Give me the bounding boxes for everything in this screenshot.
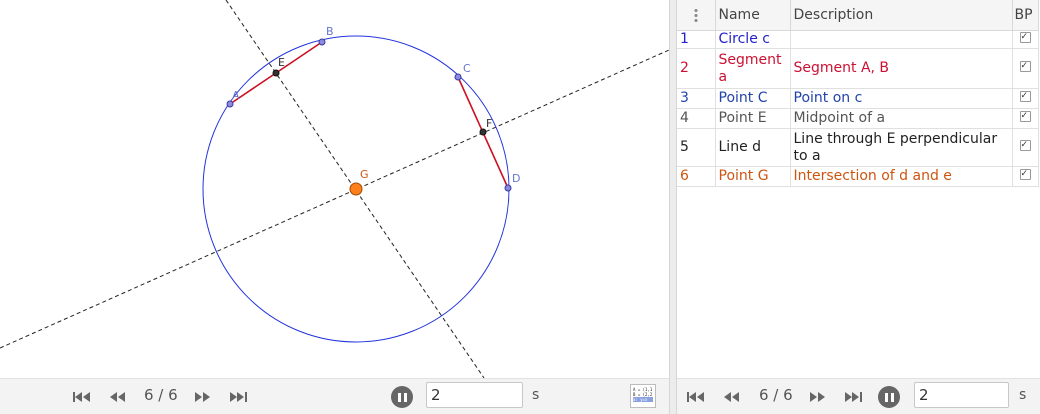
next-step-button[interactable] [807,389,827,405]
checkbox-icon[interactable] [1019,137,1031,154]
row-description [790,30,1013,49]
point-e[interactable] [272,69,280,77]
protocol-row[interactable]: 5 Line d Line through E perpendicular to a [677,128,1039,167]
graphics-view[interactable]: A B C D E F G [0,0,669,378]
row-number: 4 [677,108,716,129]
row-number: 2 [677,48,716,89]
row-name: Circle c [715,30,791,49]
row-name: Segment a [715,48,791,89]
pause-icon [396,392,408,402]
row-breakpoint [1012,128,1039,167]
construction-protocol: Name Description BP 1Circle c2Segment aS… [677,0,1040,378]
speed-input[interactable] [426,382,523,408]
protocol-row[interactable]: 2 Segment a Segment A, B [677,48,1039,89]
previous-icon [724,392,739,402]
point-g[interactable] [349,182,363,196]
row-description: Point on c [790,88,1013,109]
label-e: E [278,56,285,69]
row-name: Point E [715,108,791,129]
algebra-icon-line-3: a: y=x [633,397,653,402]
protocol-row[interactable]: 6 Point G Intersection of d and e [677,166,1039,187]
label-g: G [360,168,369,181]
previous-step-button[interactable] [722,389,742,405]
last-icon [845,392,862,402]
navigation-bar-protocol: 6 / 6 s [677,378,1040,414]
pause-button[interactable] [878,386,900,408]
label-c: C [463,62,471,75]
speed-input[interactable] [914,382,1009,408]
row-name: Line d [715,128,791,167]
row-number: 1 [677,30,716,49]
protocol-header-row: Name Description BP [677,0,1039,31]
first-step-button[interactable] [72,389,92,405]
row-number: 5 [677,128,716,167]
step-counter: 6 / 6 [759,386,793,404]
label-a: A [232,89,240,102]
last-step-button[interactable] [228,389,248,405]
first-icon [73,392,90,402]
geometry-canvas[interactable]: A B C D E F G [0,0,669,378]
checkbox-icon[interactable] [1019,88,1031,105]
row-number: 3 [677,88,716,109]
line-e[interactable] [0,49,669,349]
navigation-bar-graphics: 6 / 6 s A = (1,1) B = (2,2) a: y=x [0,378,669,414]
last-icon [230,392,247,402]
next-icon [195,392,210,402]
row-description: Midpoint of a [790,108,1013,129]
protocol-row[interactable]: 1 Circle c [677,29,1039,49]
header-description[interactable]: Description [790,0,1013,31]
row-breakpoint [1012,166,1039,187]
algebra-view-icon: A = (1,1) B = (2,2) a: y=x [633,387,653,402]
pause-button[interactable] [391,386,413,408]
row-description: Intersection of d and e [790,166,1013,187]
point-b[interactable] [318,38,326,46]
row-name: Point C [715,88,791,109]
protocol-row[interactable]: 3 Point C Point on c [677,88,1039,109]
row-breakpoint [1012,88,1039,109]
protocol-table: Name Description BP 1Circle c2Segment aS… [677,0,1039,187]
next-icon [810,392,825,402]
protocol-row[interactable]: 4 Point E Midpoint of a [677,108,1039,129]
view-splitter[interactable] [669,0,677,414]
row-description: Segment A, B [790,48,1013,89]
checkbox-icon[interactable] [1019,29,1031,46]
previous-icon [110,392,125,402]
header-menu[interactable] [677,0,716,31]
checkbox-icon[interactable] [1019,58,1031,75]
row-name: Point G [715,166,791,187]
checkbox-icon[interactable] [1019,166,1031,183]
checkbox-icon[interactable] [1019,108,1031,125]
row-description: Line through E perpendicular to a [790,128,1013,167]
label-b: B [326,25,334,38]
algebra-view-button[interactable]: A = (1,1) B = (2,2) a: y=x [630,384,656,408]
previous-step-button[interactable] [108,389,128,405]
first-step-button[interactable] [686,389,706,405]
pause-icon [883,392,895,402]
first-icon [687,392,704,402]
speed-unit: s [532,387,540,403]
label-d: D [512,172,520,185]
menu-dots-icon[interactable] [693,8,698,22]
label-f: F [486,117,492,130]
last-step-button[interactable] [843,389,863,405]
header-name[interactable]: Name [715,0,791,31]
row-breakpoint [1012,108,1039,129]
row-breakpoint [1012,48,1039,89]
point-d[interactable] [504,184,512,192]
row-breakpoint [1012,29,1039,49]
row-number: 6 [677,166,716,187]
next-step-button[interactable] [192,389,212,405]
step-counter: 6 / 6 [144,386,178,404]
header-bp[interactable]: BP [1012,0,1039,31]
speed-unit: s [1019,387,1027,403]
point-c[interactable] [454,73,462,81]
